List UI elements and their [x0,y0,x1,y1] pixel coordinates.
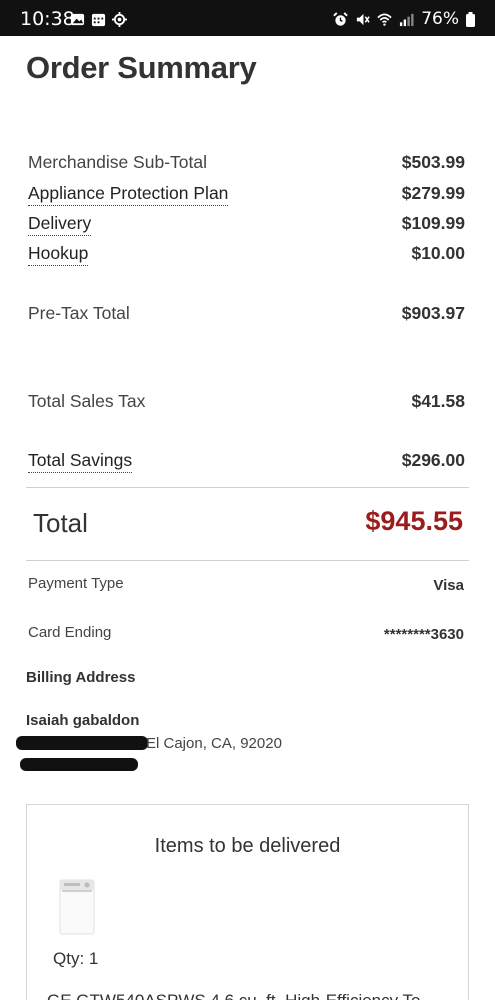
wifi-icon [377,13,392,26]
summary-row-protection-plan: Appliance Protection Plan $279.99 [28,183,465,209]
sales-tax-value: $41.58 [411,391,465,411]
payment-type-value: Visa [433,577,464,594]
pretax-label: Pre-Tax Total [28,303,130,323]
status-icons-left [70,11,127,27]
billing-city-line: El Cajon, CA, 92020 [146,735,282,752]
card-ending-row: Card Ending ********3630 [28,624,464,646]
protection-plan-value: $279.99 [401,183,465,203]
merchandise-value: $503.99 [401,152,465,172]
item-name[interactable]: GE GTW540ASPWS 4.6 cu. ft. High-Efficien… [47,991,421,1000]
mute-icon [357,13,370,25]
payment-type-row: Payment Type Visa [28,575,464,597]
washer-product-image[interactable] [59,879,95,935]
total-value: $945.55 [365,506,463,536]
battery-icon [466,11,475,27]
sales-tax-label: Total Sales Tax [28,391,146,411]
hookup-link[interactable]: Hookup [28,243,89,266]
gallery-icon [70,13,85,25]
summary-row-sales-tax: Total Sales Tax $41.58 [28,391,465,417]
summary-row-hookup: Hookup $10.00 [28,243,465,269]
hookup-value: $10.00 [411,243,465,263]
delivery-items-heading: Items to be delivered [154,835,341,857]
divider [26,487,469,488]
redaction-mark [20,758,138,771]
location-icon [112,11,127,27]
merchandise-label: Merchandise Sub-Total [28,152,207,172]
status-time: 10:38 [20,8,75,30]
status-icons-right: 76% [333,9,475,29]
battery-percent: 76% [421,9,459,29]
delivery-link[interactable]: Delivery [28,213,92,236]
card-ending-value: ********3630 [383,626,464,643]
divider [26,560,469,561]
billing-address-heading: Billing Address [26,669,136,686]
total-label: Total [33,508,88,538]
alarm-icon [333,11,348,26]
summary-row-delivery: Delivery $109.99 [28,213,465,239]
payment-type-label: Payment Type [28,575,124,592]
savings-link[interactable]: Total Savings [28,450,133,473]
delivery-value: $109.99 [401,213,465,233]
item-quantity: Qty: 1 [53,949,99,968]
redaction-mark [16,736,148,750]
delivery-items-card: Items to be delivered Qty: 1 GE GTW540AS… [26,804,469,1000]
status-bar: 10:38 76% [0,0,495,36]
summary-row-merchandise: Merchandise Sub-Total $503.99 [28,152,465,178]
page-title: Order Summary [26,50,257,85]
calendar-icon [91,13,106,26]
summary-row-savings: Total Savings $296.00 [28,450,465,476]
card-ending-label: Card Ending [28,624,112,641]
savings-value: $296.00 [401,450,465,470]
pretax-value: $903.97 [401,303,465,323]
signal-icon [400,13,414,26]
summary-row-pretax: Pre-Tax Total $903.97 [28,303,465,329]
billing-name: Isaiah gabaldon [26,712,140,729]
protection-plan-link[interactable]: Appliance Protection Plan [28,183,229,206]
